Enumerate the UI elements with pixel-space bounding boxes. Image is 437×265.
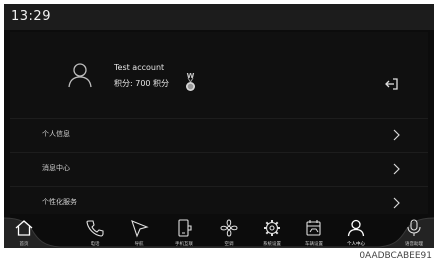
dock-label: 电话	[90, 242, 100, 247]
dock-label: 车辆设置	[305, 242, 323, 247]
navigation-icon	[131, 220, 149, 238]
home-icon	[15, 220, 33, 236]
chevron-right-icon	[393, 129, 400, 141]
dock-item-voice-assistant[interactable]: 语音助理	[398, 216, 430, 248]
microphone-icon	[407, 219, 421, 236]
image-code: 0AADBCABEE91	[359, 251, 432, 261]
dock-item-phone-link[interactable]: 手机互联	[168, 216, 200, 248]
account-name: Test account	[114, 63, 165, 72]
head-unit-screen: 13:29 Test account 积分: 700 积分 W 个人信息 消息中…	[4, 4, 434, 248]
menu-item-personalized-service[interactable]: 个性化服务	[10, 187, 428, 219]
status-bar: 13:29	[4, 4, 434, 30]
dock-item-phone[interactable]: 电话	[80, 216, 110, 248]
dock-label: 个人中心	[347, 242, 365, 247]
menu-item-label: 消息中心	[42, 164, 70, 172]
gear-icon	[264, 220, 280, 236]
account-card: Test account 积分: 700 积分 W	[10, 32, 428, 114]
dock-item-personal-center[interactable]: 个人中心	[340, 216, 372, 248]
phone-link-icon	[178, 219, 192, 237]
bottom-dock: 首页 电话 导航 手机互联 空调 系统设置 车辆设置 个人中心 语音助理	[4, 216, 434, 248]
menu-item-message-center[interactable]: 消息中心	[10, 153, 428, 185]
vehicle-settings-icon	[306, 220, 321, 236]
menu-item-label: 个性化服务	[42, 198, 77, 206]
fan-icon	[220, 219, 238, 237]
medal-icon: W	[186, 72, 195, 91]
dock-item-navigation[interactable]: 导航	[124, 216, 154, 248]
dock-label: 导航	[134, 242, 144, 247]
points-balance: 积分: 700 积分	[114, 79, 170, 88]
dock-label: 空调	[224, 242, 234, 247]
logout-icon[interactable]	[384, 76, 400, 92]
dock-label: 手机互联	[175, 242, 193, 247]
dock-label: 首页	[19, 242, 29, 247]
chevron-right-icon	[393, 197, 400, 209]
chevron-right-icon	[393, 163, 400, 175]
person-outline-icon[interactable]	[67, 62, 93, 88]
phone-icon	[86, 220, 104, 237]
person-icon	[347, 219, 365, 237]
dock-item-vehicle-settings[interactable]: 车辆设置	[298, 216, 330, 248]
clock: 13:29	[11, 9, 51, 24]
menu-item-label: 个人信息	[42, 130, 70, 138]
dock-label: 系统设置	[263, 242, 281, 247]
dock-item-home[interactable]: 首页	[8, 216, 40, 248]
dock-label: 语音助理	[405, 242, 423, 247]
menu-item-personal-info[interactable]: 个人信息	[10, 119, 428, 151]
personal-center-panel: Test account 积分: 700 积分 W 个人信息 消息中心 个性化服…	[10, 32, 428, 214]
dock-item-system-settings[interactable]: 系统设置	[256, 216, 288, 248]
medal-mark: W	[187, 72, 195, 80]
dock-item-air-conditioning[interactable]: 空调	[214, 216, 244, 248]
